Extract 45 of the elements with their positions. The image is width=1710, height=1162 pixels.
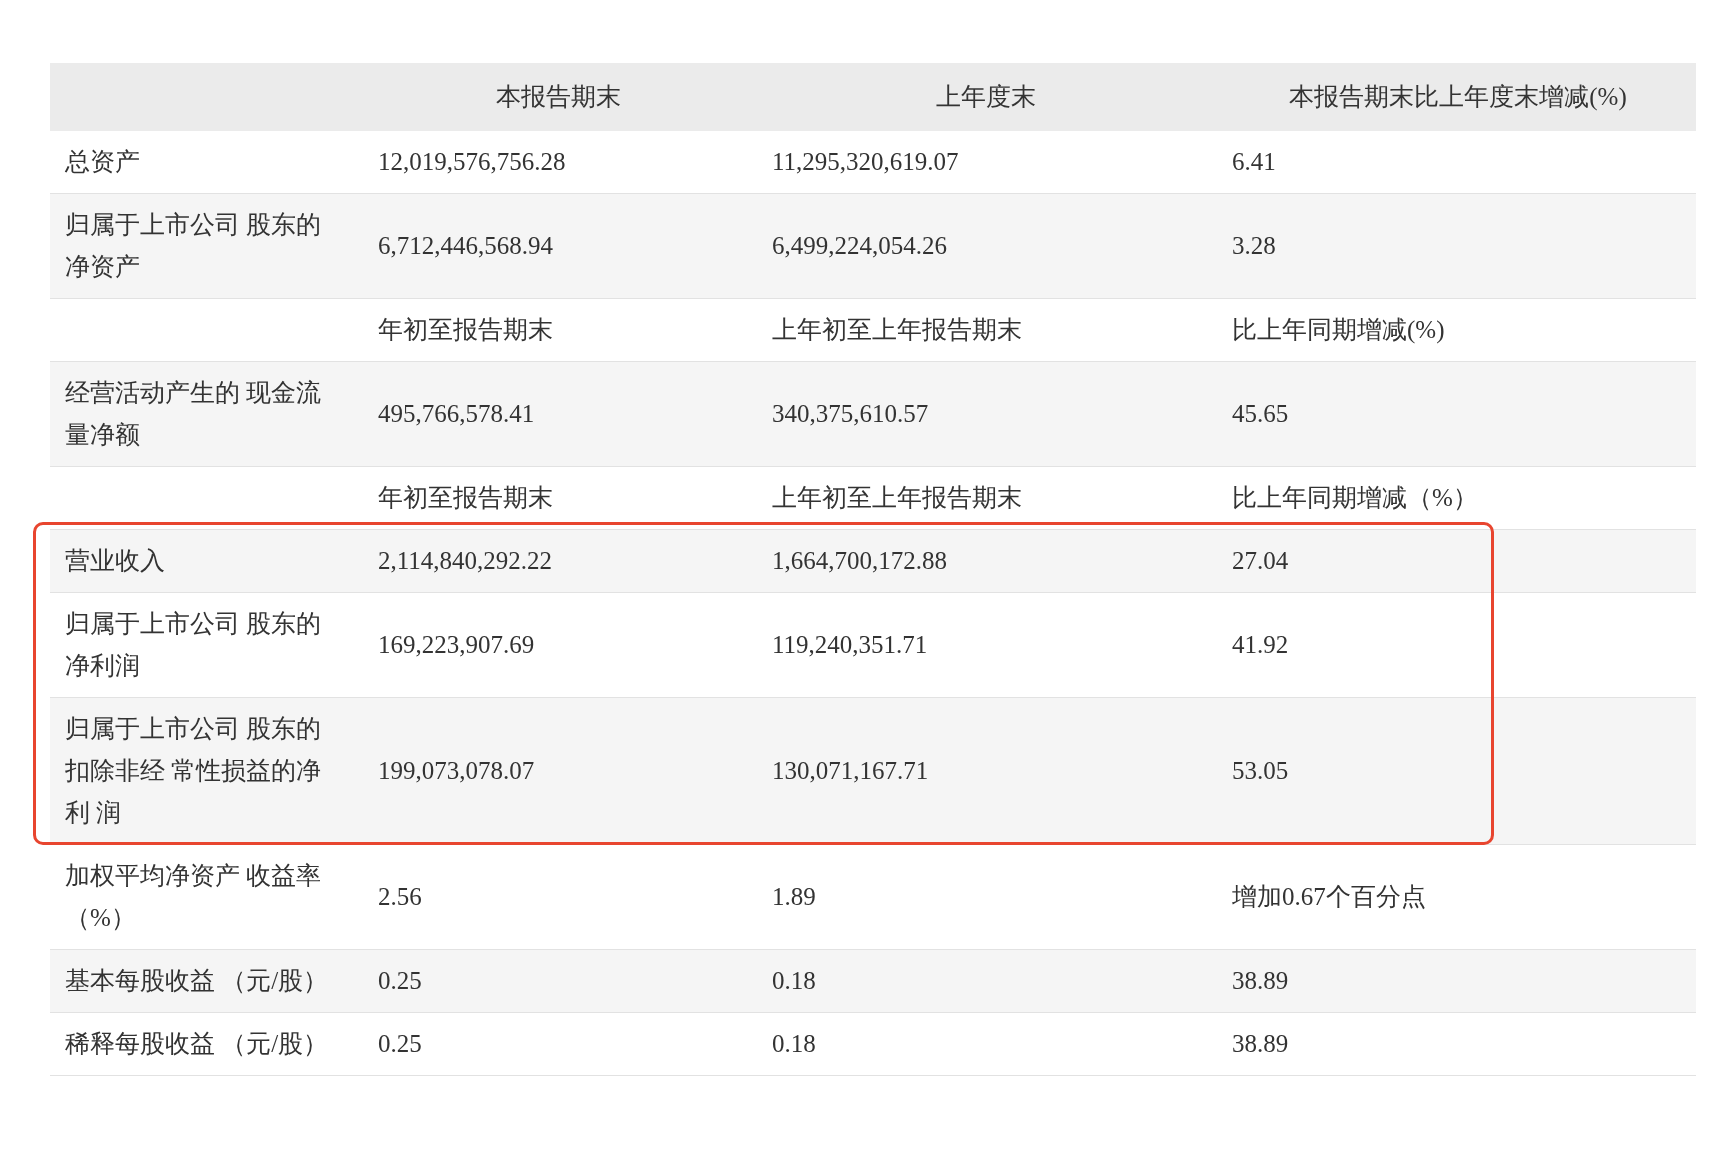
- table-cell: 1.89: [772, 883, 816, 910]
- table-cell: 11,295,320,619.07: [772, 148, 959, 175]
- table-cell: 27.04: [1232, 547, 1289, 574]
- row-label: 归属于上市公司 股东的净资产: [65, 211, 322, 280]
- table-cell: 0.25: [378, 967, 422, 994]
- table-cell: 2,114,840,292.22: [378, 547, 553, 574]
- column-subheader: 上年初至上年报告期末: [772, 484, 1022, 511]
- table-cell: 0.18: [772, 1030, 816, 1057]
- table-cell: 2.56: [378, 883, 422, 910]
- row-label: 归属于上市公司 股东的扣除非经 常性损益的净利 润: [65, 715, 322, 826]
- row-label: 稀释每股收益 （元/股）: [65, 1030, 329, 1057]
- column-subheader: 比上年同期增减（%）: [1232, 484, 1478, 511]
- row-label: 经营活动产生的 现金流量净额: [65, 379, 322, 448]
- column-header: 上年度末: [936, 83, 1036, 110]
- table-cell: 3.28: [1232, 232, 1276, 259]
- table-cell: 495,766,578.41: [378, 400, 535, 427]
- column-header: 本报告期末: [496, 83, 621, 110]
- row-label: 归属于上市公司 股东的净利润: [65, 610, 322, 679]
- table-cell: 增加0.67个百分点: [1232, 883, 1426, 910]
- column-subheader: 上年初至上年报告期末: [772, 316, 1022, 343]
- column-subheader: 比上年同期增减(%): [1232, 316, 1445, 343]
- table-cell: 169,223,907.69: [378, 631, 535, 658]
- table-cell: 41.92: [1232, 631, 1289, 658]
- table-cell: 12,019,576,756.28: [378, 148, 566, 175]
- table-cell: 130,071,167.71: [772, 757, 929, 784]
- table-cell: 0.25: [378, 1030, 422, 1057]
- column-subheader: 年初至报告期末: [378, 316, 553, 343]
- table-cell: 38.89: [1232, 1030, 1289, 1057]
- table-cell: 6,712,446,568.94: [378, 232, 553, 259]
- table-cell: 0.18: [772, 967, 816, 994]
- row-label: 总资产: [65, 148, 140, 175]
- table-cell: 1,664,700,172.88: [772, 547, 947, 574]
- row-label: 基本每股收益 （元/股）: [65, 967, 329, 994]
- table-cell: 6,499,224,054.26: [772, 232, 947, 259]
- table-cell: 119,240,351.71: [772, 631, 928, 658]
- table-cell: 340,375,610.57: [772, 400, 929, 427]
- row-label: 加权平均净资产 收益率（%）: [65, 862, 322, 931]
- table-cell: 45.65: [1232, 400, 1289, 427]
- table-cell: 6.41: [1232, 148, 1276, 175]
- column-subheader: 年初至报告期末: [378, 484, 553, 511]
- column-header: 本报告期末比上年度末增减(%): [1289, 83, 1627, 110]
- table-cell: 38.89: [1232, 967, 1289, 994]
- row-label: 营业收入: [65, 547, 165, 574]
- table-cell: 53.05: [1232, 757, 1289, 784]
- table-cell: 199,073,078.07: [378, 757, 535, 784]
